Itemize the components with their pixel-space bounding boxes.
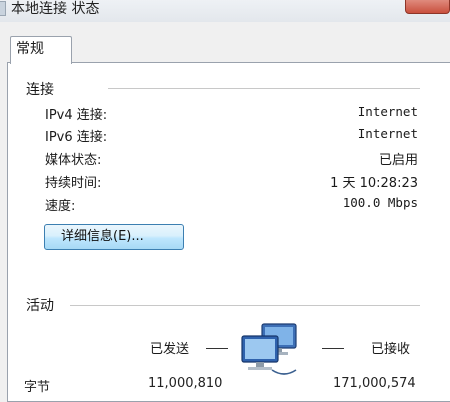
duration-label: 持续时间: <box>45 176 102 191</box>
ipv4-label: IPv4 连接: <box>45 108 108 123</box>
network-computers-icon <box>241 323 297 375</box>
ipv6-label: IPv6 连接: <box>45 130 108 145</box>
sent-dash <box>206 348 228 349</box>
details-button[interactable]: 详细信息(E)... <box>44 224 184 250</box>
title-bar: 本地连接 状态 <box>0 0 450 22</box>
received-dash <box>322 348 344 349</box>
close-button[interactable] <box>405 0 450 14</box>
ipv4-value: Internet <box>357 104 418 119</box>
connection-group-title: 连接 <box>26 82 54 98</box>
window-title: 本地连接 状态 <box>11 1 100 17</box>
activity-group-divider <box>70 305 420 306</box>
activity-group-title: 活动 <box>26 298 54 314</box>
speed-value: 100.0 Mbps <box>342 195 418 210</box>
ipv6-value: Internet <box>357 126 418 141</box>
bytes-received-value: 171,000,574 <box>333 376 416 391</box>
media-state-value: 已启用 <box>378 153 418 168</box>
media-state-label: 媒体状态: <box>45 153 102 168</box>
received-label: 已接收 <box>371 342 411 357</box>
speed-label: 速度: <box>45 199 76 214</box>
network-connection-icon <box>0 1 6 16</box>
connection-group-divider <box>108 88 420 89</box>
sent-label: 已发送 <box>150 342 190 357</box>
duration-value: 1 天 10:28:23 <box>330 176 418 191</box>
bytes-sent-value: 11,000,810 <box>148 376 223 391</box>
tab-general[interactable]: 常规 <box>10 36 72 64</box>
